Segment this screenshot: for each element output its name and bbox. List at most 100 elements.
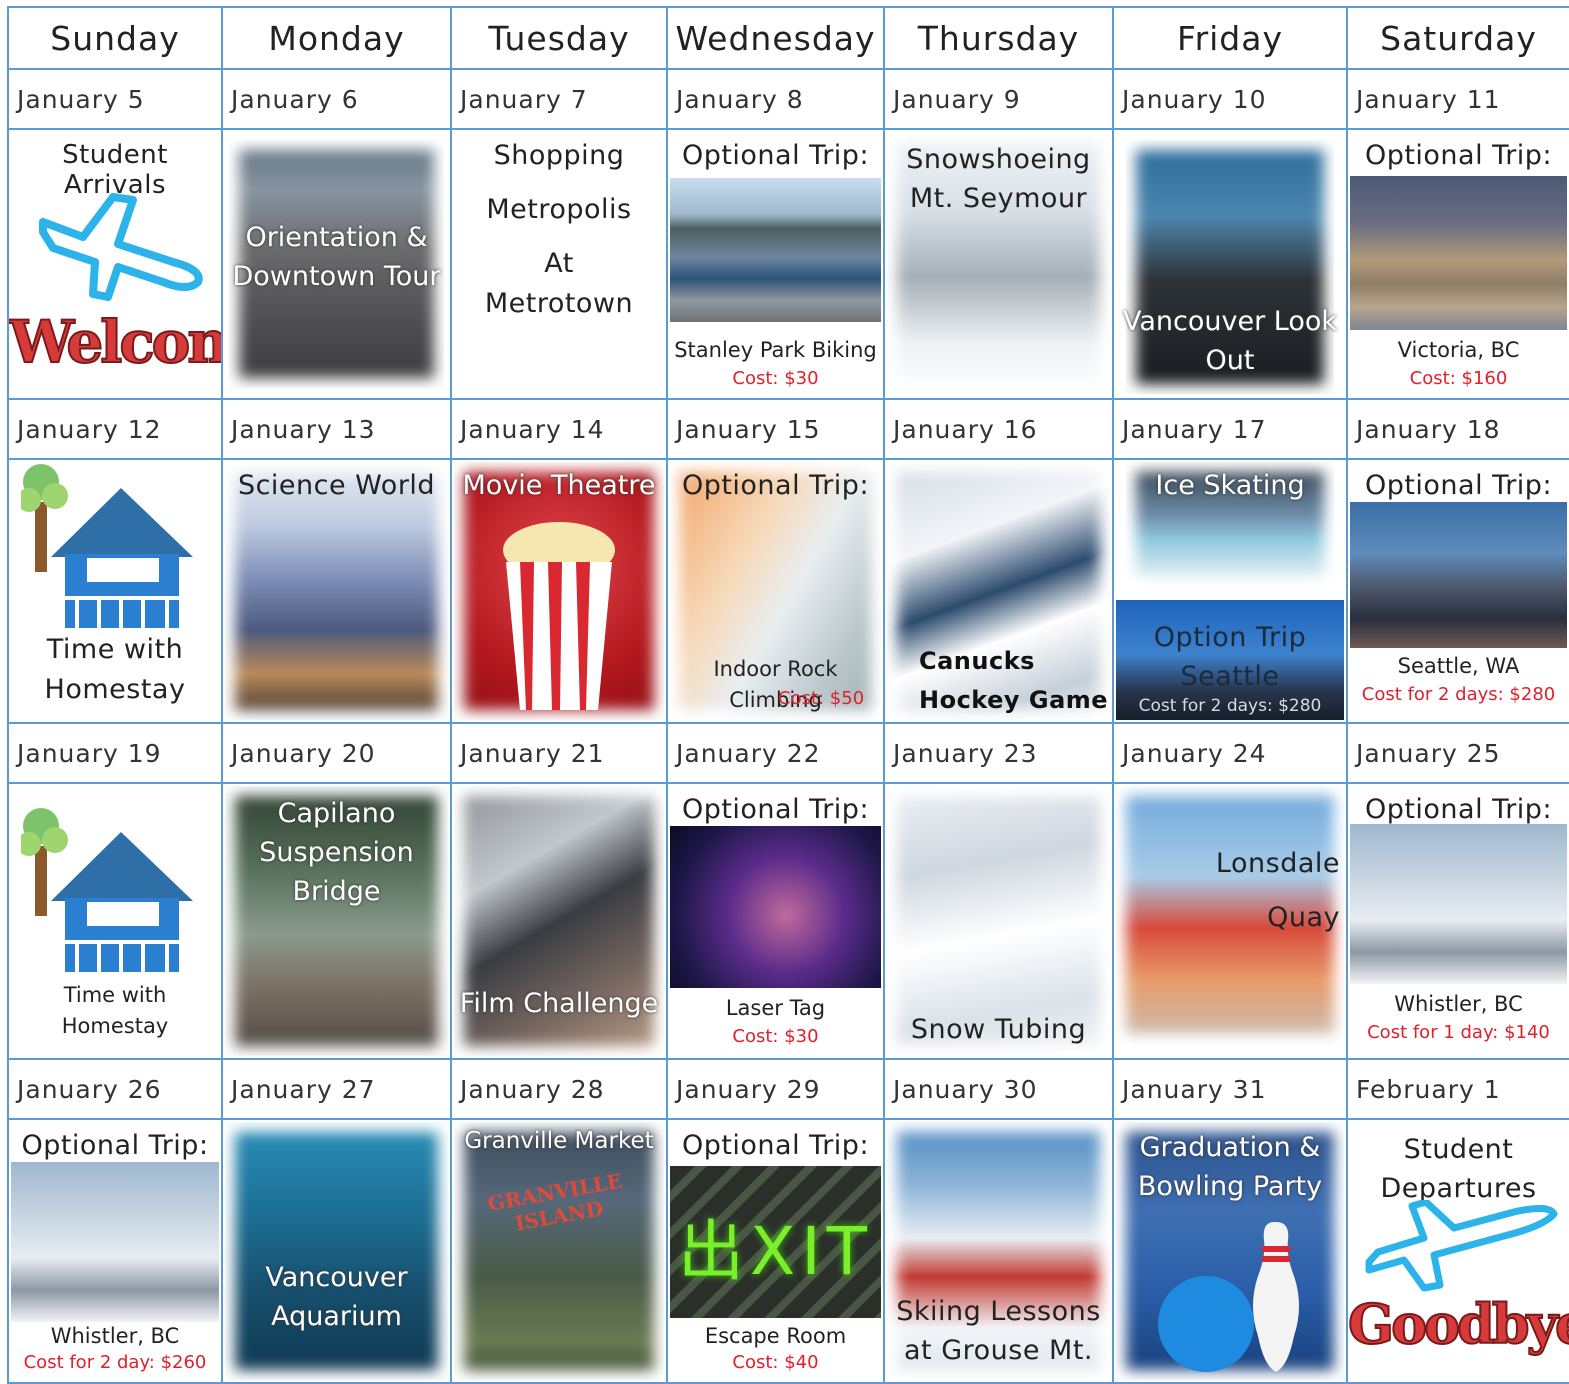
event-cell: Optional Trip: Seattle, WA Cost for 2 da… xyxy=(1346,458,1569,724)
event-caption: Time with Homestay xyxy=(61,983,169,1038)
event-cell: Science World xyxy=(221,458,452,724)
date-label: January 23 xyxy=(883,722,1114,784)
date-label: January 20 xyxy=(221,722,452,784)
whistler-photo xyxy=(11,1162,219,1322)
date-row: January 5 January 6 January 7 January 8 … xyxy=(7,68,1569,130)
whistler-photo xyxy=(1350,824,1567,984)
event-cell: Student Arrivals Welcome! xyxy=(7,128,223,400)
event-title: Student Departures xyxy=(1380,1134,1537,1204)
weekday-header: Thursday xyxy=(883,6,1114,70)
airplane-icon xyxy=(1365,1200,1558,1292)
event-cell: Vancouver Aquarium xyxy=(221,1118,452,1384)
date-label: January 13 xyxy=(221,398,452,460)
date-label: January 9 xyxy=(883,68,1114,130)
date-label: January 19 xyxy=(7,722,223,784)
event-cell: Capilano Suspension Bridge xyxy=(221,782,452,1060)
event-caption: Time with Homestay xyxy=(44,634,186,705)
event-title: Optional Trip: xyxy=(1364,470,1553,501)
date-label: January 31 xyxy=(1112,1058,1348,1120)
event-cell: Optional Trip: Indoor Rock Climbing Cost… xyxy=(666,458,885,724)
event-row: Time with Homestay Science World Movie T… xyxy=(7,458,1569,724)
event-cost: Cost: $160 xyxy=(1409,368,1508,389)
event-subtitle: Option Trip Seattle xyxy=(1153,622,1307,692)
event-cost: Cost: $30 xyxy=(732,1026,819,1047)
event-title: Vancouver Aquarium xyxy=(265,1262,408,1332)
event-title: Optional Trip: xyxy=(1364,794,1553,825)
event-title: Science World xyxy=(237,470,436,501)
event-cell: Snow Tubing xyxy=(883,782,1114,1060)
date-label: January 21 xyxy=(450,722,668,784)
weekday-header: Saturday xyxy=(1346,6,1569,70)
date-label: January 6 xyxy=(221,68,452,130)
event-line: Shopping xyxy=(493,140,625,171)
victoria-photo xyxy=(1350,176,1567,330)
event-title: Canucks Hockey Game xyxy=(919,647,1109,714)
date-label: January 22 xyxy=(666,722,885,784)
event-caption: Laser Tag xyxy=(725,996,826,1020)
event-cost: Cost: $30 xyxy=(732,368,819,389)
event-title: Optional Trip: xyxy=(681,794,870,825)
event-title: Capilano Suspension Bridge xyxy=(259,798,414,907)
date-label: January 30 xyxy=(883,1058,1114,1120)
weekday-header: Monday xyxy=(221,6,452,70)
event-cell: Snowshoeing Mt. Seymour xyxy=(883,128,1114,400)
date-label: January 26 xyxy=(7,1058,223,1120)
event-cell: Orientation & Downtown Tour xyxy=(221,128,452,400)
event-title: Optional Trip: xyxy=(681,470,870,501)
date-label: January 17 xyxy=(1112,398,1348,460)
goodbye-badge: Goodbye! xyxy=(1348,1291,1568,1357)
event-title: Movie Theatre xyxy=(462,470,656,501)
house-icon xyxy=(21,464,193,632)
event-caption: Stanley Park Biking xyxy=(674,338,877,362)
house-icon xyxy=(21,808,193,976)
event-title: Optional Trip: xyxy=(681,1130,870,1161)
event-cell: Optional Trip: Laser Tag Cost: $30 xyxy=(666,782,885,1060)
event-title: Optional Trip: xyxy=(681,140,870,171)
event-cost: Cost for 1 day: $140 xyxy=(1367,1022,1550,1043)
event-cost: Cost for 2 day: $260 xyxy=(23,1352,207,1373)
weekday-header: Tuesday xyxy=(450,6,668,70)
event-caption: Seattle, WA xyxy=(1397,654,1520,678)
event-title: Orientation & Downtown Tour xyxy=(232,222,441,292)
date-row: January 19 January 20 January 21 January… xyxy=(7,722,1569,784)
event-cell: Film Challenge xyxy=(450,782,668,1060)
weekday-header: Wednesday xyxy=(666,6,885,70)
date-label: January 11 xyxy=(1346,68,1569,130)
event-line: At xyxy=(544,248,574,279)
event-title: Granville Market xyxy=(464,1128,654,1154)
event-cell: Optional Trip: Whistler, BC Cost for 2 d… xyxy=(7,1118,223,1384)
weekday-header: Sunday xyxy=(7,6,223,70)
event-title: Graduation & Bowling Party xyxy=(1137,1132,1323,1202)
event-caption: Whistler, BC xyxy=(1394,992,1523,1016)
event-title: Snowshoeing Mt. Seymour xyxy=(906,144,1091,214)
exit-sign: 出XIT xyxy=(678,1213,873,1290)
event-title: Optional Trip: xyxy=(21,1130,209,1161)
event-row: Student Arrivals Welcome! Orientation & … xyxy=(7,128,1569,400)
biking-photo xyxy=(670,178,881,322)
event-cell: Time with Homestay xyxy=(7,458,223,724)
seattle-photo xyxy=(1350,502,1567,648)
aquarium-photo xyxy=(225,1122,448,1380)
date-label: January 5 xyxy=(7,68,223,130)
date-label: January 7 xyxy=(450,68,668,130)
weekday-header: Friday xyxy=(1112,6,1348,70)
event-cell: Student Departures Goodbye! xyxy=(1346,1118,1569,1384)
event-line: Lonsdale xyxy=(1215,848,1340,879)
date-label: January 12 xyxy=(7,398,223,460)
event-cell: Vancouver Look Out xyxy=(1112,128,1348,400)
event-caption: Whistler, BC xyxy=(50,1324,180,1348)
bowling-icon xyxy=(1158,1222,1299,1372)
date-row: January 12 January 13 January 14 January… xyxy=(7,398,1569,460)
event-cell: Movie Theatre xyxy=(450,458,668,724)
event-cell: Optional Trip: Whistler, BC Cost for 1 d… xyxy=(1346,782,1569,1060)
event-title: Skiing Lessons at Grouse Mt. xyxy=(896,1296,1101,1366)
event-cost: Cost for 2 days: $280 xyxy=(1361,684,1556,705)
date-row: January 26 January 27 January 28 January… xyxy=(7,1058,1569,1120)
date-label: January 27 xyxy=(221,1058,452,1120)
date-label: January 24 xyxy=(1112,722,1348,784)
event-cost: Cost: $50 xyxy=(778,688,865,709)
calendar-grid: Sunday Monday Tuesday Wednesday Thursday… xyxy=(7,6,1569,1384)
event-row: Optional Trip: Whistler, BC Cost for 2 d… xyxy=(7,1118,1569,1384)
event-title: Ice Skating xyxy=(1155,470,1305,501)
event-title: Snow Tubing xyxy=(910,1014,1087,1045)
